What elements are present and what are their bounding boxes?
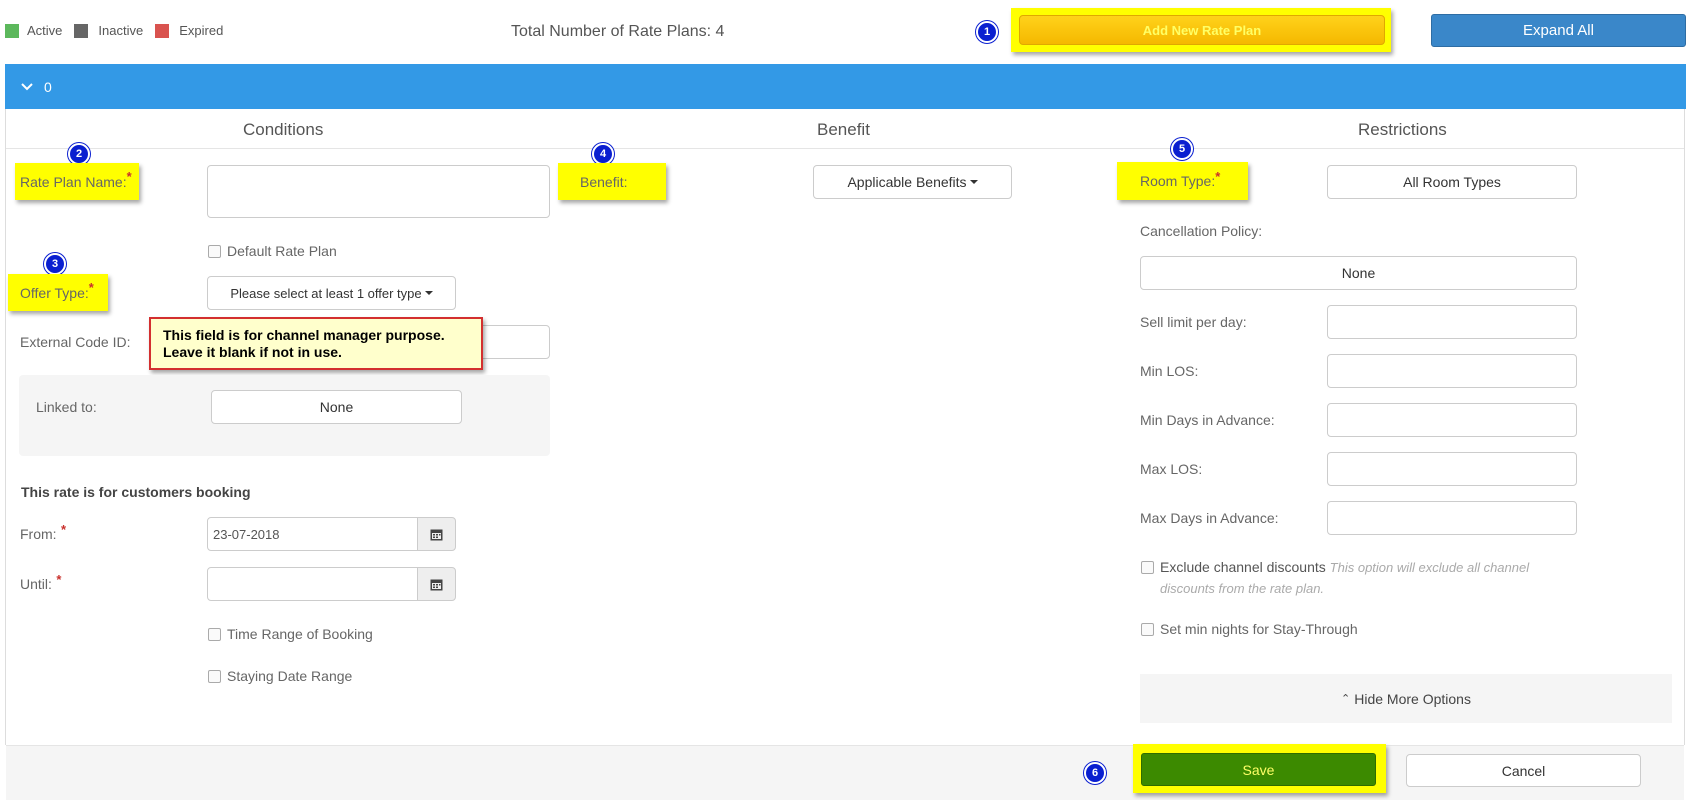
save-button[interactable]: Save bbox=[1141, 753, 1376, 786]
required-mark: * bbox=[56, 572, 62, 587]
offer-type-dropdown[interactable]: Please select at least 1 offer type bbox=[207, 276, 456, 310]
exclude-discounts-checkbox[interactable] bbox=[1141, 561, 1154, 574]
linked-to-dropdown[interactable]: None bbox=[211, 390, 462, 424]
legend-active: Active bbox=[27, 23, 63, 38]
required-mark: * bbox=[88, 280, 94, 295]
legend-inactive: Inactive bbox=[98, 23, 144, 38]
cancel-button[interactable]: Cancel bbox=[1406, 754, 1641, 787]
panel-title: 0 bbox=[44, 78, 52, 95]
cancellation-policy-label: Cancellation Policy: bbox=[1140, 223, 1263, 239]
cancellation-policy-dropdown[interactable]: None bbox=[1140, 256, 1577, 290]
from-calendar-button[interactable] bbox=[417, 517, 456, 551]
conditions-heading: Conditions bbox=[243, 120, 324, 139]
time-range-label: Time Range of Booking bbox=[227, 626, 373, 642]
staying-range-label: Staying Date Range bbox=[227, 668, 353, 684]
active-swatch bbox=[5, 23, 19, 38]
sell-limit-input[interactable] bbox=[1327, 305, 1577, 339]
legend: Active Inactive Expired bbox=[5, 23, 223, 38]
inactive-swatch bbox=[74, 23, 89, 38]
booking-heading: This rate is for customers booking bbox=[21, 484, 251, 500]
total-rate-plans: Total Number of Rate Plans: 4 bbox=[511, 23, 725, 40]
staying-range-checkbox[interactable] bbox=[208, 670, 221, 683]
min-days-label: Min Days in Advance: bbox=[1140, 412, 1275, 428]
calendar-icon bbox=[430, 529, 443, 540]
required-mark: * bbox=[61, 522, 67, 537]
expand-all-button[interactable]: Expand All bbox=[1431, 14, 1686, 47]
restrictions-heading: Restrictions bbox=[1358, 120, 1447, 139]
marker-4: 4 bbox=[592, 143, 614, 165]
benefit-heading: Benefit bbox=[817, 120, 870, 139]
sell-limit-label: Sell limit per day: bbox=[1140, 314, 1247, 330]
caret-down-icon bbox=[969, 180, 978, 184]
marker-2: 2 bbox=[68, 143, 90, 165]
min-los-input[interactable] bbox=[1327, 354, 1577, 388]
max-los-input[interactable] bbox=[1327, 452, 1577, 486]
max-los-label: Max LOS: bbox=[1140, 461, 1203, 477]
min-nights-checkbox[interactable] bbox=[1141, 623, 1154, 636]
offer-type-label: Offer Type: * bbox=[8, 274, 108, 311]
legend-expired: Expired bbox=[179, 23, 224, 38]
min-nights-label: Set min nights for Stay-Through bbox=[1160, 621, 1358, 637]
room-type-label: Room Type: * bbox=[1117, 162, 1248, 200]
external-code-label: External Code ID: bbox=[20, 334, 131, 350]
default-rate-plan-label: Default Rate Plan bbox=[227, 243, 337, 259]
required-mark: * bbox=[126, 169, 132, 184]
min-days-input[interactable] bbox=[1327, 403, 1577, 437]
until-label: Until: * bbox=[20, 572, 62, 592]
min-los-label: Min LOS: bbox=[1140, 363, 1199, 379]
rate-plan-name-input[interactable] bbox=[207, 165, 550, 218]
benefit-label: Benefit: bbox=[558, 163, 666, 200]
hide-more-options-button[interactable]: ⌃ Hide More Options bbox=[1140, 674, 1672, 723]
marker-6: 6 bbox=[1084, 762, 1106, 784]
time-range-checkbox[interactable] bbox=[208, 628, 221, 641]
linked-to-label: Linked to: bbox=[36, 399, 97, 415]
add-new-rate-plan-button[interactable]: Add New Rate Plan bbox=[1019, 15, 1385, 45]
rate-plan-name-label: Rate Plan Name: * bbox=[15, 163, 139, 200]
until-calendar-button[interactable] bbox=[417, 567, 456, 601]
required-mark: * bbox=[1215, 168, 1221, 184]
heading-divider bbox=[6, 148, 1684, 149]
applicable-benefits-dropdown[interactable]: Applicable Benefits bbox=[813, 165, 1012, 199]
from-date-input[interactable]: 23-07-2018 bbox=[207, 517, 418, 551]
marker-1: 1 bbox=[976, 21, 998, 43]
default-rate-plan-checkbox[interactable] bbox=[208, 245, 221, 258]
max-days-label: Max Days in Advance: bbox=[1140, 510, 1279, 526]
room-type-dropdown[interactable]: All Room Types bbox=[1327, 165, 1577, 199]
from-label: From: * bbox=[20, 522, 67, 542]
max-days-input[interactable] bbox=[1327, 501, 1577, 535]
until-date-input[interactable] bbox=[207, 567, 418, 601]
marker-3: 3 bbox=[44, 253, 66, 275]
exclude-discounts-label: Exclude channel discounts bbox=[1160, 559, 1326, 575]
panel-header[interactable]: 0 bbox=[5, 64, 1686, 109]
exclude-discounts-text: Exclude channel discounts This option wi… bbox=[1160, 557, 1570, 599]
expired-swatch bbox=[155, 23, 170, 38]
double-chevron-up-icon: ⌃ bbox=[1341, 693, 1351, 705]
caret-down-icon bbox=[424, 291, 433, 295]
chevron-down-icon bbox=[21, 82, 33, 90]
channel-manager-tooltip: This field is for channel manager purpos… bbox=[149, 317, 483, 370]
marker-5: 5 bbox=[1171, 138, 1193, 160]
calendar-icon bbox=[430, 579, 443, 590]
